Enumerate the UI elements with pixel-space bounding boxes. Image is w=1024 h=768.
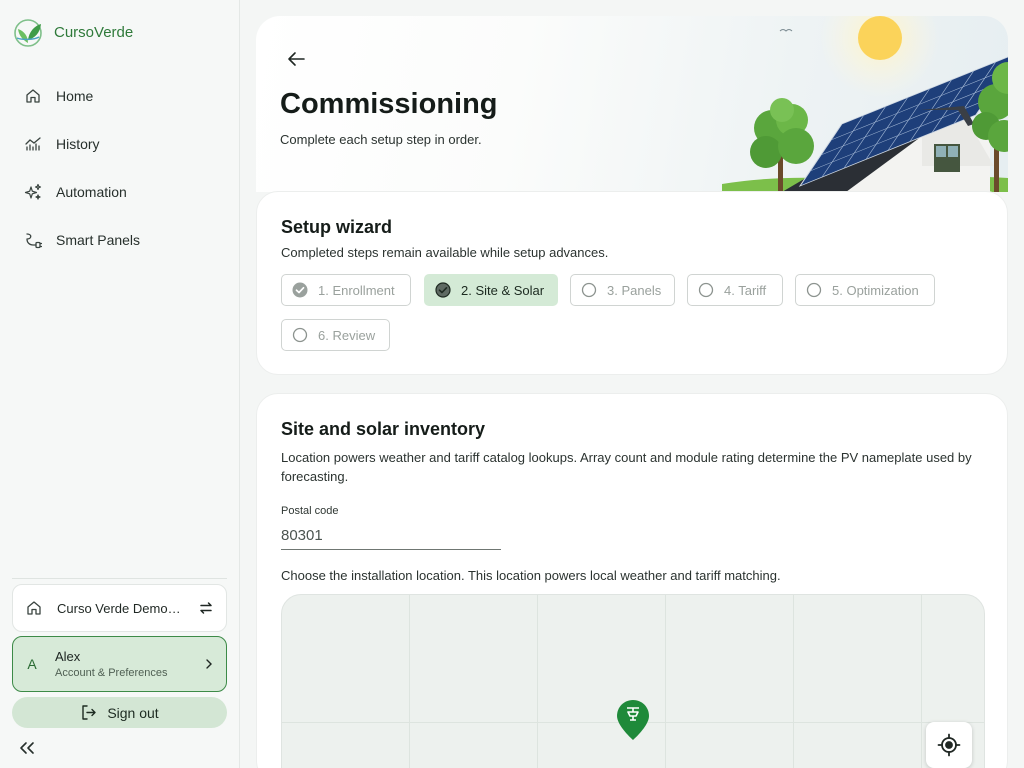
arrow-left-icon bbox=[288, 52, 305, 66]
locate-me-button[interactable] bbox=[926, 722, 972, 768]
sign-out-label: Sign out bbox=[107, 704, 159, 721]
step-enrollment[interactable]: 1. Enrollment bbox=[281, 274, 411, 306]
step-label: 3. Panels bbox=[607, 282, 662, 298]
sidebar-item-smart-panels[interactable]: Smart Panels bbox=[12, 216, 228, 264]
wizard-description: Completed steps remain available while s… bbox=[281, 245, 609, 260]
wizard-title: Setup wizard bbox=[281, 217, 393, 237]
home-switcher[interactable]: Curso Verde Demo Home bbox=[12, 584, 227, 632]
step-site-solar[interactable]: 2. Site & Solar bbox=[424, 274, 558, 306]
step-label: 2. Site & Solar bbox=[461, 282, 545, 298]
step-label: 4. Tariff bbox=[724, 282, 767, 298]
account-button[interactable]: A Alex Account & Preferences bbox=[12, 636, 227, 692]
chart-icon bbox=[25, 137, 41, 151]
setup-wizard-card: Setup wizard Completed steps remain avai… bbox=[256, 191, 1008, 375]
solar-house-illustration bbox=[722, 16, 1008, 192]
circle-outline-icon bbox=[806, 282, 822, 298]
sidebar-item-home[interactable]: Home bbox=[12, 72, 228, 120]
logout-icon bbox=[82, 705, 97, 720]
site-title: Site and solar inventory bbox=[281, 419, 486, 439]
home-switcher-label: Curso Verde Demo Home bbox=[57, 600, 184, 616]
account-name: Alex bbox=[55, 649, 81, 664]
home-icon bbox=[27, 601, 41, 615]
plug-icon bbox=[26, 233, 42, 249]
location-map[interactable] bbox=[281, 594, 985, 768]
double-chevron-left-icon bbox=[20, 742, 34, 754]
step-tariff[interactable]: 4. Tariff bbox=[687, 274, 783, 306]
page-subtitle: Complete each setup step in order. bbox=[280, 132, 482, 147]
account-subtitle: Account & Preferences bbox=[55, 667, 168, 679]
account-text: Alex Account & Preferences bbox=[55, 649, 188, 679]
sparkle-icon bbox=[24, 183, 42, 200]
sidebar-divider bbox=[12, 578, 227, 579]
chevron-right-icon bbox=[206, 659, 212, 669]
brand[interactable]: CursoVerde bbox=[12, 16, 133, 48]
hero-banner: Commissioning Complete each setup step i… bbox=[256, 16, 1008, 192]
collapse-sidebar-button[interactable] bbox=[18, 738, 40, 758]
step-label: 6. Review bbox=[318, 327, 376, 343]
back-button[interactable] bbox=[286, 50, 314, 72]
postal-code-input[interactable] bbox=[281, 521, 501, 550]
sidebar-item-label: History bbox=[56, 136, 100, 152]
site-solar-card: Site and solar inventory Location powers… bbox=[256, 393, 1008, 768]
sidebar: CursoVerde Home History Automation Smart… bbox=[0, 0, 240, 768]
step-label: 5. Optimization bbox=[832, 282, 919, 298]
postal-code-label: Postal code bbox=[281, 505, 339, 517]
sidebar-item-label: Automation bbox=[56, 184, 127, 200]
leaf-logo-icon bbox=[14, 19, 42, 47]
sidebar-item-history[interactable]: History bbox=[12, 120, 228, 168]
step-label: 1. Enrollment bbox=[318, 282, 395, 298]
crosshair-icon bbox=[937, 733, 961, 757]
check-circle-icon bbox=[292, 282, 308, 298]
sidebar-item-automation[interactable]: Automation bbox=[12, 168, 228, 216]
check-circle-icon bbox=[435, 282, 451, 298]
step-optimization[interactable]: 5. Optimization bbox=[795, 274, 935, 306]
sidebar-item-label: Home bbox=[56, 88, 94, 104]
location-marker-icon[interactable] bbox=[616, 699, 650, 741]
site-description: Location powers weather and tariff catal… bbox=[281, 450, 972, 484]
map-hint: Choose the installation location. This l… bbox=[281, 568, 781, 583]
circle-outline-icon bbox=[581, 282, 597, 298]
step-panels[interactable]: 3. Panels bbox=[570, 274, 675, 306]
page-title: Commissioning bbox=[280, 88, 498, 120]
circle-outline-icon bbox=[292, 327, 308, 343]
step-review[interactable]: 6. Review bbox=[281, 319, 390, 351]
home-icon bbox=[26, 89, 40, 103]
sidebar-item-label: Smart Panels bbox=[56, 232, 141, 248]
sign-out-button[interactable]: Sign out bbox=[12, 697, 227, 728]
swap-icon bbox=[200, 602, 212, 614]
sidebar-nav: Home History Automation Smart Panels bbox=[12, 72, 228, 264]
circle-outline-icon bbox=[698, 282, 714, 298]
brand-name: CursoVerde bbox=[54, 23, 134, 41]
avatar: A bbox=[27, 656, 37, 672]
